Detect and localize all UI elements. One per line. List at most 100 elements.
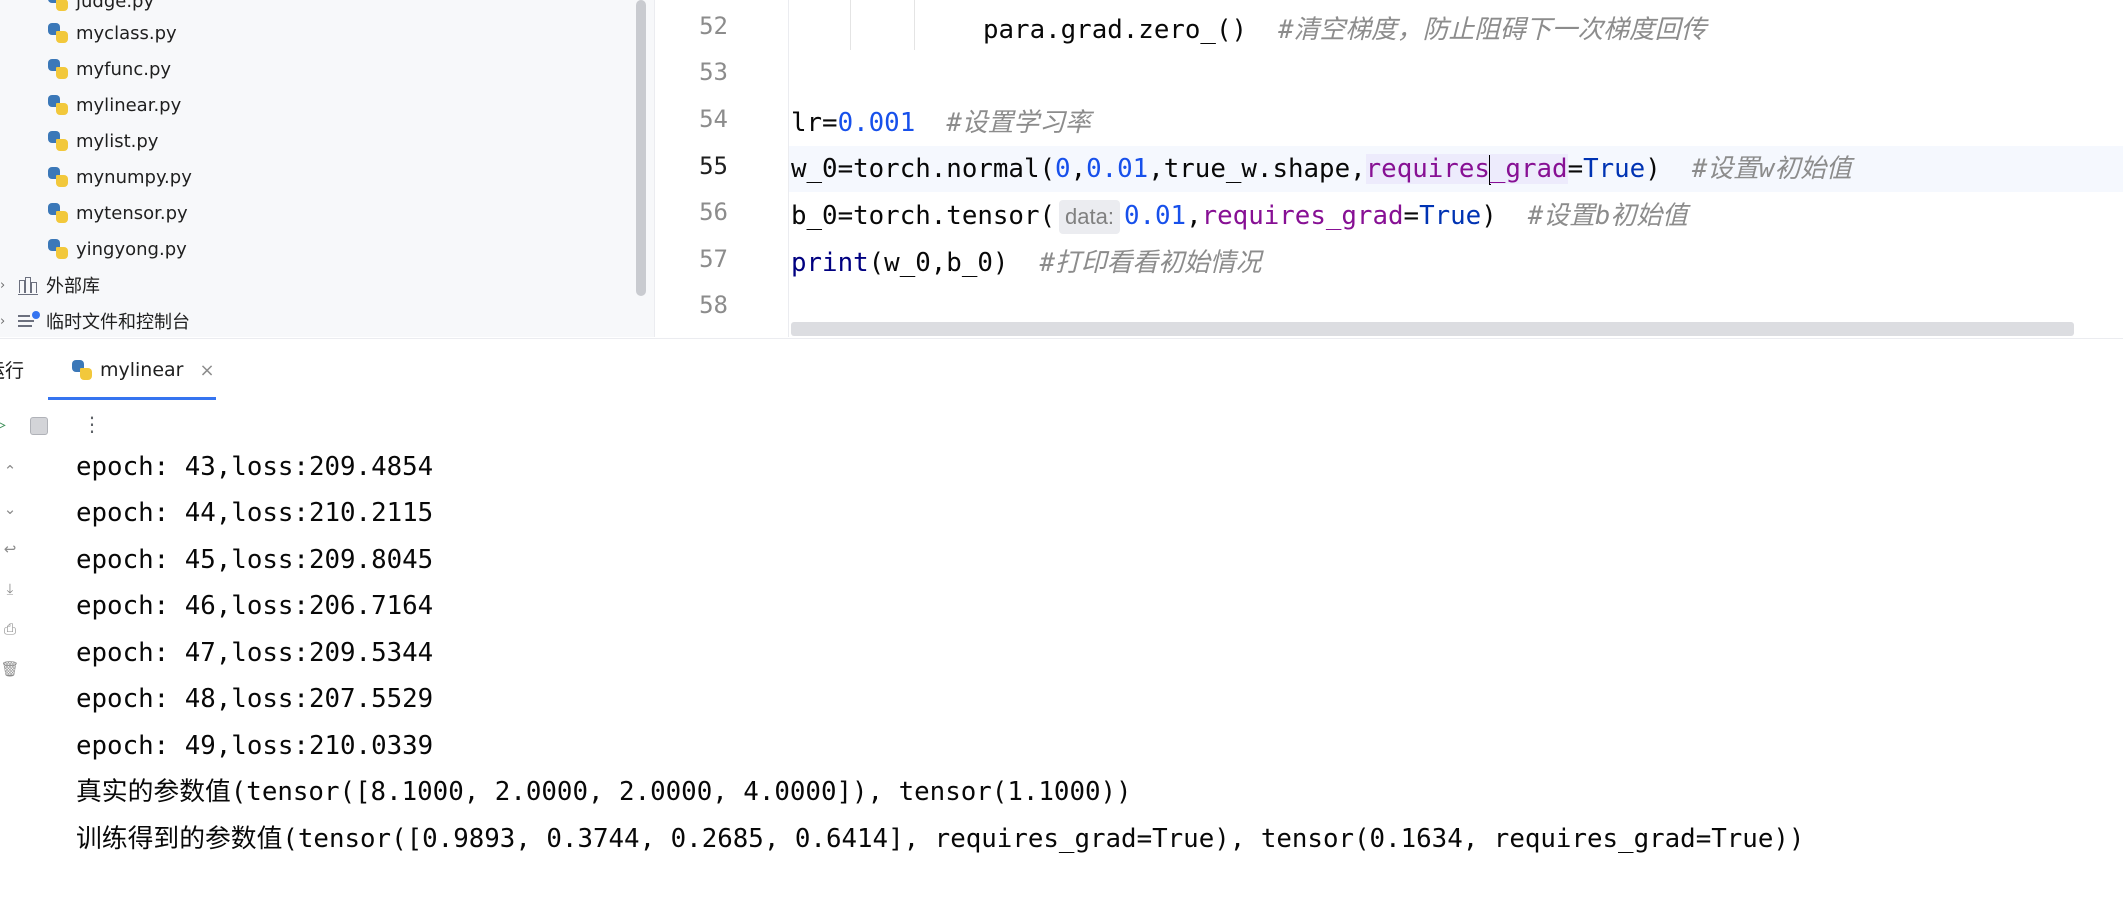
tree-item-label: myclass.py	[76, 22, 177, 44]
code-comment: #设置w初始值	[1691, 154, 1852, 184]
code-param: requires_grad	[1201, 201, 1404, 231]
tree-item-label: 外部库	[46, 276, 100, 297]
code-text: =	[1403, 201, 1420, 231]
line-number: 54	[699, 105, 728, 133]
code-line-55[interactable]: w_0=torch.normal(0,0.01,true_w.shape,req…	[791, 146, 1852, 192]
project-scrollbar[interactable]	[636, 0, 646, 296]
trash-icon[interactable]: 🗑	[0, 660, 20, 678]
gutter-separator	[788, 0, 789, 337]
console-line: epoch: 48,loss:207.5529	[76, 684, 434, 714]
python-file-icon	[72, 360, 92, 380]
code-builtin: print	[791, 248, 869, 278]
code-keyword: True	[1583, 154, 1646, 184]
python-file-icon	[48, 131, 68, 151]
line-number-current: 55	[699, 152, 728, 180]
tree-item-label: mylist.py	[76, 130, 159, 152]
console-line: epoch: 49,loss:210.0339	[76, 731, 434, 761]
code-number: 0.01	[1123, 201, 1187, 231]
rerun-icon[interactable]: ▷	[0, 414, 6, 436]
code-comment: #设置b初始值	[1527, 201, 1688, 231]
tree-item-label: 临时文件和控制台	[46, 312, 190, 333]
line-number: 57	[699, 245, 728, 273]
tree-item-file[interactable]: mytensor.py	[48, 196, 188, 230]
tree-item-label: yingyong.py	[76, 238, 187, 260]
console-line: epoch: 43,loss:209.4854	[76, 452, 434, 482]
code-text: ,	[1070, 154, 1087, 184]
tree-item-file[interactable]: mylist.py	[48, 124, 158, 158]
line-number: 56	[699, 198, 728, 226]
stop-icon[interactable]	[30, 417, 48, 435]
code-text: para.grad.zero_()	[983, 15, 1248, 45]
python-file-icon	[48, 0, 68, 11]
library-icon	[18, 275, 40, 295]
tree-item-external-libraries[interactable]: › 外部库	[0, 268, 100, 302]
tree-item-file[interactable]: mylinear.py	[48, 88, 181, 122]
more-icon[interactable]: ⋮	[82, 412, 102, 436]
code-number: 0.001	[837, 108, 916, 138]
chevron-right-icon[interactable]: ›	[0, 314, 10, 329]
code-comment: #设置学习率	[946, 108, 1091, 138]
tree-item-label: mynumpy.py	[76, 166, 192, 188]
tab-mylinear[interactable]: mylinear ×	[48, 340, 221, 400]
tree-item-file[interactable]: yingyong.py	[48, 232, 187, 266]
code-comment: #打印看看初始情况	[1039, 248, 1262, 278]
project-tree-panel: judge.py myclass.py myfunc.py mylinear.p…	[0, 0, 654, 337]
code-text: =	[1567, 154, 1584, 184]
console-line: epoch: 44,loss:210.2115	[76, 498, 434, 528]
scroll-up-icon[interactable]: ⌃	[0, 462, 20, 480]
parameter-hint: data:	[1059, 200, 1120, 234]
chevron-right-icon[interactable]: ›	[0, 278, 10, 293]
code-keyword: True	[1419, 201, 1482, 231]
line-number: 52	[699, 12, 728, 40]
line-number-gutter: 52 53 54 55 56 57 58	[655, 0, 788, 337]
code-text: )	[1645, 154, 1661, 184]
code-text: (w_0,b_0)	[868, 248, 1009, 278]
console-line: 真实的参数值(tensor([8.1000, 2.0000, 2.0000, 4…	[76, 777, 1132, 807]
console-line: epoch: 46,loss:206.7164	[76, 591, 434, 621]
tab-label: mylinear	[100, 359, 184, 381]
run-tool-window-title: 运行	[0, 360, 25, 382]
line-number: 53	[699, 58, 728, 86]
tree-item-label: myfunc.py	[76, 58, 172, 80]
python-file-icon	[48, 23, 68, 43]
python-file-icon	[48, 239, 68, 259]
code-number: 0.01	[1086, 154, 1149, 184]
tree-item-file[interactable]: mynumpy.py	[48, 160, 192, 194]
tree-item-scratches[interactable]: › 临时文件和控制台	[0, 304, 190, 337]
editor-horizontal-scrollbar[interactable]	[791, 322, 2074, 336]
scroll-down-icon[interactable]: ⌄	[0, 500, 20, 518]
scratches-icon	[18, 311, 40, 331]
close-icon[interactable]: ×	[200, 360, 215, 381]
console-line: 训练得到的参数值(tensor([0.9893, 0.3744, 0.2685,…	[76, 824, 1805, 854]
code-text: )	[1481, 201, 1497, 231]
code-comment: #清空梯度，防止阻碍下一次梯度回传	[1278, 15, 1707, 45]
python-file-icon	[48, 203, 68, 223]
code-param-highlighted: requires	[1365, 154, 1490, 184]
code-text: w_0=torch.normal(	[791, 154, 1056, 184]
indent-guide	[914, 0, 915, 50]
tree-item-file[interactable]: myfunc.py	[48, 52, 171, 86]
soft-wrap-icon[interactable]: ↩	[0, 540, 20, 558]
code-text: ,	[1186, 201, 1202, 231]
console-side-toolbar: ⌃ ⌄ ↩ ⤓ ⎙ 🗑	[0, 452, 26, 897]
code-line-52[interactable]: para.grad.zero_() #清空梯度，防止阻碍下一次梯度回传	[983, 7, 1706, 53]
run-tool-window-header	[0, 338, 2123, 401]
python-file-icon	[48, 95, 68, 115]
code-line-56[interactable]: b_0=torch.tensor(data: 0.01,requires_grad…	[791, 193, 1688, 239]
tree-item-file[interactable]: myclass.py	[48, 16, 177, 50]
code-text: b_0=torch.tensor(	[791, 201, 1056, 231]
print-icon[interactable]: ⎙	[0, 620, 20, 638]
code-param-highlighted: _grad	[1489, 154, 1568, 184]
code-line-54[interactable]: lr=0.001 #设置学习率	[791, 100, 1091, 146]
code-text: ,true_w.shape,	[1148, 154, 1366, 184]
run-toolbar	[0, 400, 2123, 453]
code-number: 0	[1055, 154, 1071, 184]
code-line-57[interactable]: print(w_0,b_0) #打印看看初始情况	[791, 240, 1261, 286]
tree-item-label: mytensor.py	[76, 202, 188, 224]
scroll-to-end-icon[interactable]: ⤓	[0, 580, 20, 598]
console-output[interactable]: epoch: 43,loss:209.4854 epoch: 44,loss:2…	[26, 452, 2123, 897]
tree-item-label: judge.py	[76, 0, 155, 12]
python-file-icon	[48, 167, 68, 187]
tree-item-label: mylinear.py	[76, 94, 182, 116]
console-line: epoch: 45,loss:209.8045	[76, 545, 434, 575]
